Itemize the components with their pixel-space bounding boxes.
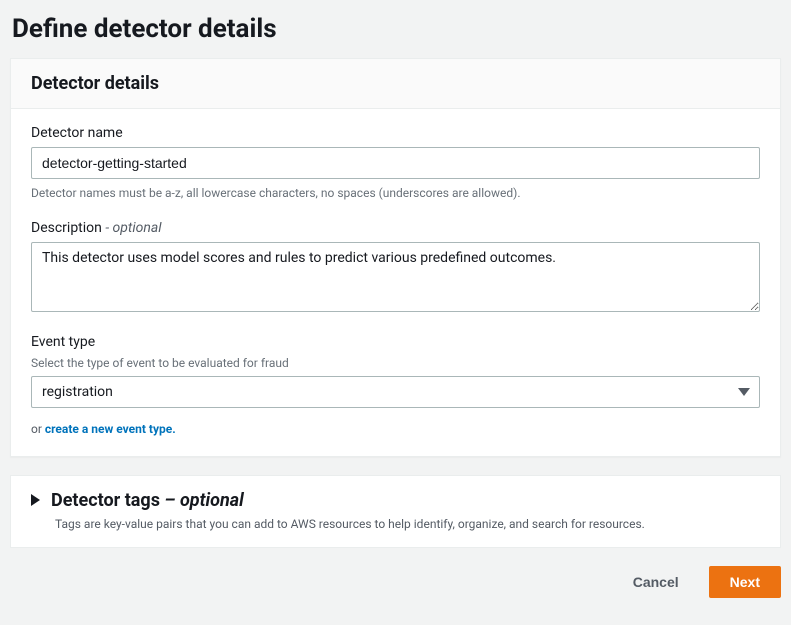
event-type-label: Event type [31, 334, 760, 350]
description-label: Description - optional [31, 220, 760, 236]
description-label-text: Description [31, 220, 102, 236]
tags-optional: – optional [164, 490, 243, 511]
tags-title-text: Detector tags [51, 490, 164, 511]
or-create-row: or create a new event type. [31, 422, 760, 436]
card-header: Detector details [11, 59, 780, 109]
event-type-selected-value: registration [42, 384, 113, 400]
event-type-select[interactable]: registration [31, 376, 760, 408]
detector-name-field: Detector name Detector names must be a-z… [31, 125, 760, 202]
event-type-select-wrapper: registration [31, 376, 760, 408]
event-type-field: Event type Select the type of event to b… [31, 334, 760, 436]
detector-details-card: Detector details Detector name Detector … [10, 58, 781, 457]
create-event-type-link[interactable]: create a new event type. [45, 422, 176, 436]
event-type-helper: Select the type of event to be evaluated… [31, 356, 760, 370]
cancel-button[interactable]: Cancel [613, 566, 699, 598]
caret-right-icon [31, 494, 41, 506]
page-title: Define detector details [0, 0, 791, 58]
detector-name-input[interactable] [31, 147, 760, 179]
description-field: Description - optional [31, 220, 760, 316]
footer-buttons: Cancel Next [0, 566, 791, 608]
detector-tags-card: Detector tags – optional Tags are key-va… [10, 475, 781, 548]
card-header-title: Detector details [31, 73, 760, 94]
description-optional: - optional [105, 220, 161, 236]
detector-name-label: Detector name [31, 125, 760, 141]
or-text: or [31, 422, 45, 436]
detector-tags-header[interactable]: Detector tags – optional [31, 490, 760, 511]
detector-tags-description: Tags are key-value pairs that you can ad… [55, 517, 760, 531]
detector-name-helper: Detector names must be a-z, all lowercas… [31, 185, 760, 202]
description-input[interactable] [31, 242, 760, 312]
next-button[interactable]: Next [709, 566, 781, 598]
card-body: Detector name Detector names must be a-z… [11, 109, 780, 456]
detector-tags-title: Detector tags – optional [51, 490, 244, 511]
